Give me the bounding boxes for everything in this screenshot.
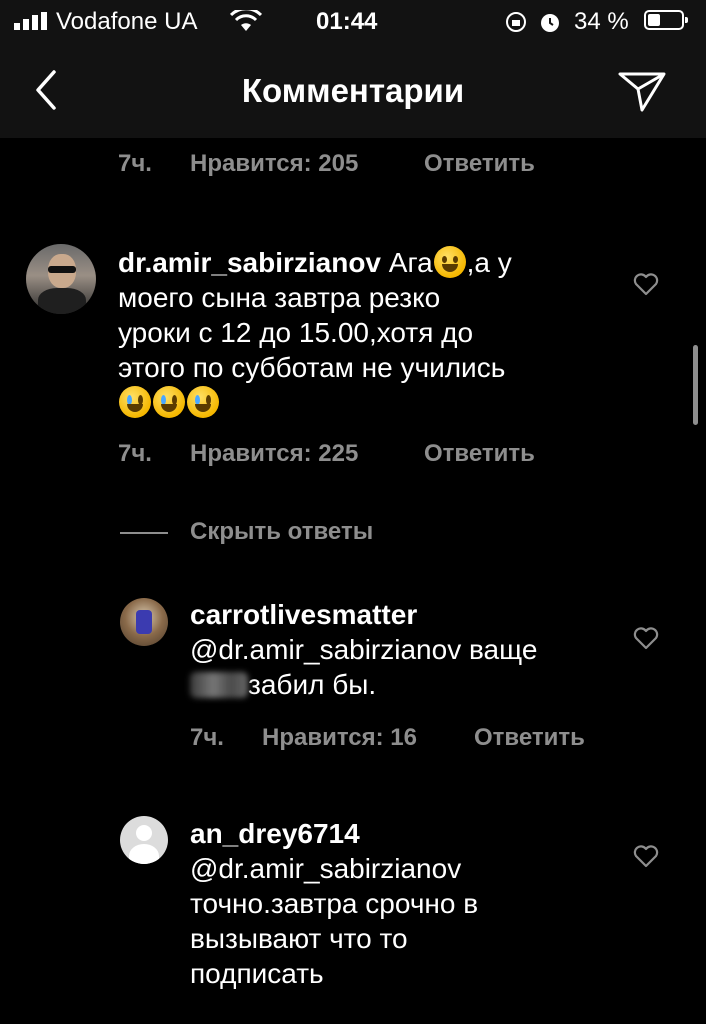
reply-body: carrotlivesmatter @dr.amir_sabirzianov в… <box>190 597 610 702</box>
wifi-icon <box>230 10 262 31</box>
comment-age: 7ч. <box>190 724 224 751</box>
likes-count[interactable]: Нравится: 205 <box>190 150 358 178</box>
comment-age: 7ч. <box>118 440 152 467</box>
divider <box>120 532 168 534</box>
comment-text: этого по субботам не учились <box>118 352 506 383</box>
reply-button[interactable]: Ответить <box>474 724 585 752</box>
battery-percent: 34 % <box>574 8 629 35</box>
scrollbar[interactable] <box>693 345 698 425</box>
grinning-face-emoji <box>433 246 466 278</box>
tears-of-joy-emoji <box>153 386 185 418</box>
cellular-signal-icon <box>14 12 47 30</box>
comment-username[interactable]: carrotlivesmatter <box>190 599 417 630</box>
comment-text: уроки с 12 до 15.00,хотя до <box>118 317 474 348</box>
comment-text: ,а у <box>466 247 512 278</box>
heart-icon[interactable] <box>633 844 659 868</box>
reply-body: an_drey6714 @dr.amir_sabirzianov точно.з… <box>190 816 610 991</box>
comment-username[interactable]: an_drey6714 <box>190 818 360 849</box>
comment-text: забил бы. <box>248 669 377 700</box>
heart-icon[interactable] <box>633 272 659 296</box>
comment-body: dr.amir_sabirzianov Ага ,а у моего сына з… <box>118 245 598 420</box>
hide-replies-button[interactable]: Скрыть ответы <box>190 518 373 546</box>
likes-count[interactable]: Нравится: 16 <box>262 724 417 752</box>
comment-meta: 7ч. Нравится: 225 Ответить <box>118 440 638 470</box>
comment-text: точно.завтра срочно в <box>190 888 479 919</box>
heart-icon[interactable] <box>633 626 659 650</box>
status-bar: Vodafone UA 01:44 34 % <box>0 0 706 44</box>
alarm-icon <box>541 14 559 32</box>
comment-text: подписать <box>190 958 324 989</box>
likes-count[interactable]: Нравится: 225 <box>190 440 358 468</box>
comment-meta: 7ч. Нравится: 205 Ответить <box>118 150 638 180</box>
avatar[interactable] <box>120 598 168 646</box>
battery-icon <box>644 10 688 30</box>
comment-meta: 7ч. Нравится: 16 Ответить <box>190 724 610 754</box>
comment-text: Ага <box>388 247 433 278</box>
tears-of-joy-emoji <box>187 386 219 418</box>
comment-text: вызывают что то <box>190 923 408 954</box>
avatar[interactable] <box>120 816 168 864</box>
comment-age: 7ч. <box>118 150 152 177</box>
comment-text: моего сына завтра резко <box>118 282 441 313</box>
clock: 01:44 <box>316 8 378 35</box>
comment-username[interactable]: dr.amir_sabirzianov <box>118 247 381 278</box>
reply-button[interactable]: Ответить <box>424 150 535 178</box>
tears-of-joy-emoji <box>119 386 151 418</box>
censored-word <box>190 672 248 698</box>
page-title: Комментарии <box>241 72 465 109</box>
comment-text: @dr.amir_sabirzianov ваще <box>190 634 538 665</box>
comment-text: @dr.amir_sabirzianov <box>190 853 462 884</box>
rotation-lock-icon <box>506 12 526 32</box>
reply-button[interactable]: Ответить <box>424 440 535 468</box>
navigation-header: Комментарии <box>0 44 706 138</box>
carrier-name: Vodafone UA <box>56 8 198 35</box>
paper-plane-icon[interactable] <box>612 64 672 116</box>
avatar[interactable] <box>26 244 96 314</box>
